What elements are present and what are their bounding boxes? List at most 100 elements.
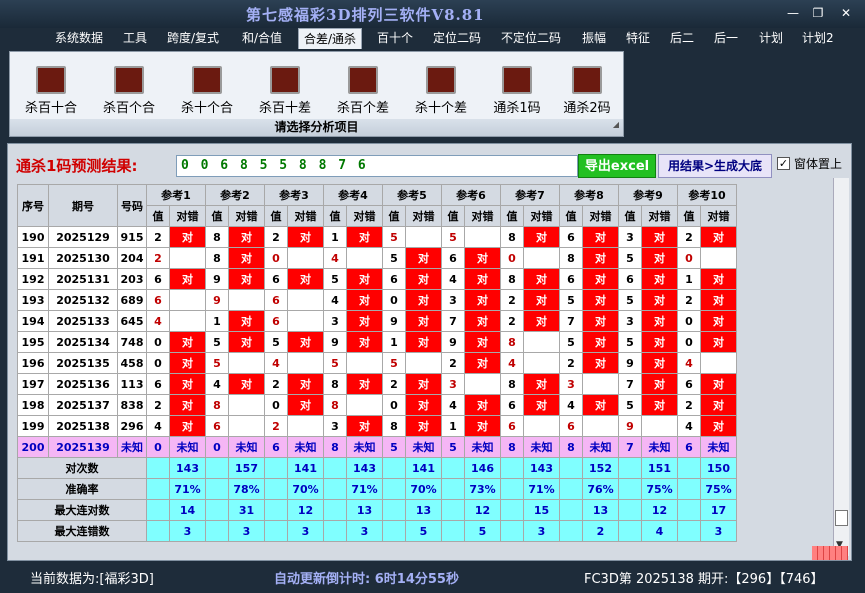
table-row[interactable]: 199 2025138 296 4 对 6 2 3 对 8 对 1 对 6 6 9 4 对 [17,415,737,437]
unknown-cell: 未知 [464,436,501,458]
ref-header[interactable]: 参考7 [500,184,560,206]
restore-icon[interactable]: ❐ [808,4,828,22]
menu-item-feature[interactable]: 特征 [621,28,655,49]
kill-bai-shi-cha-button[interactable]: 杀百十差 [248,66,322,122]
seq-header[interactable]: 序号 [17,184,49,227]
export-excel-button[interactable]: 导出excel [578,154,656,178]
table-row[interactable]: 196 2025135 458 0 对 5 4 5 5 2 对 4 2 对 9 对 4 [17,352,737,374]
period-cell: 2025133 [48,310,118,332]
stats-empty-cell [264,478,288,500]
stats-empty-cell [382,478,406,500]
kill-shi-ge-he-button[interactable]: 杀十个合 [170,66,244,122]
kill-bai-ge-cha-button[interactable]: 杀百个差 [326,66,400,122]
menu-item-last-one[interactable]: 后一 [709,28,743,49]
expand-icon[interactable]: ◢ [613,116,619,133]
result-field[interactable]: 0 0 6 8 5 5 8 8 7 6 [176,155,578,177]
value-cell: 0 [677,247,701,269]
kill-shi-ge-cha-button[interactable]: 杀十个差 [404,66,478,122]
stats-value-cell: 13 [405,499,442,521]
value-cell: 1 [441,415,465,437]
check-cell: 对 [169,415,206,437]
kill-bai-ge-he-button[interactable]: 杀百个合 [92,66,166,122]
check-cell: 对 [169,331,206,353]
table-row[interactable]: 194 2025133 645 4 1 对 6 3 对 9 对 7 对 2 对 7 对 3 对 0 对 [17,310,737,332]
seq-cell: 199 [17,415,49,437]
check-cell: 对 [464,289,501,311]
menu-item-span[interactable]: 跨度/复式 [162,28,224,49]
check-cell [346,352,383,374]
scroll-thumb[interactable] [835,510,848,526]
period-cell: 2025129 [48,226,118,248]
kill-bai-shi-he-button[interactable]: 杀百十合 [14,66,88,122]
stats-empty-cell [382,520,406,542]
resize-grip[interactable] [812,546,848,560]
menu-item-last-two[interactable]: 后二 [665,28,699,49]
value-cell: 7 [618,436,642,458]
table-row[interactable]: 195 2025134 748 0 对 5 对 5 对 9 对 1 对 9 对 8 5 对 5 对 0 对 [17,331,737,353]
ref-header[interactable]: 参考8 [559,184,619,206]
value-cell: 5 [618,289,642,311]
stats-value-cell: 15 [523,499,560,521]
value-cell: 8 [500,268,524,290]
value-cell: 5 [382,247,406,269]
generate-base-button[interactable]: 用结果>生成大底 [658,154,772,178]
table-row[interactable]: 197 2025136 113 6 对 4 对 2 对 8 对 2 对 3 8 对 3 7 对 6 对 [17,373,737,395]
stats-empty-cell [323,457,347,479]
menu-item-plan2[interactable]: 计划2 [797,28,839,49]
stats-empty-cell [264,499,288,521]
menu-item-diff-kill[interactable]: 合差/通杀 [298,28,363,49]
period-cell: 2025137 [48,394,118,416]
table-row[interactable]: 198 2025137 838 2 对 8 0 对 8 0 对 4 对 6 对 4 对 5 对 2 对 [17,394,737,416]
chart-icon [36,66,66,94]
stats-empty-cell [441,457,465,479]
table-row[interactable]: 193 2025132 689 6 9 6 4 对 0 对 3 对 2 对 5 对 5 对 2 对 [17,289,737,311]
menu-item-unfixed-2[interactable]: 不定位二码 [496,28,566,49]
number-header[interactable]: 号码 [117,184,147,227]
value-cell: 8 [500,436,524,458]
period-header[interactable]: 期号 [48,184,118,227]
prediction-row[interactable]: 200 2025139 未知 0 未知 0 未知 6 未知 8 未知 5 未知 5 未知 8 未知 8 未知 7 未知 6… [17,436,737,458]
stats-value-cell: 143 [169,457,206,479]
value-cell: 9 [323,331,347,353]
close-icon[interactable]: ✕ [836,4,856,22]
ref-header[interactable]: 参考10 [677,184,737,206]
table-row[interactable]: 190 2025129 915 2 对 8 对 2 对 1 对 5 5 8 对 6 对 3 对 2 对 [17,226,737,248]
vertical-scrollbar[interactable]: ▼ [833,178,849,556]
value-cell: 0 [677,310,701,332]
menu-item-sum[interactable]: 和/合值 [237,28,287,49]
stats-empty-cell [618,457,642,479]
stats-empty-cell [441,499,465,521]
pin-window-checkbox[interactable]: ✓ [777,157,790,170]
check-cell: 对 [346,289,383,311]
stats-empty-cell [323,478,347,500]
menu-item-bsg[interactable]: 百十个 [372,28,418,49]
ref-header[interactable]: 参考1 [146,184,206,206]
kill-1-code-button[interactable]: 通杀1码 [480,66,554,122]
check-cell [523,247,560,269]
menu-item-fixed-2[interactable]: 定位二码 [428,28,486,49]
ref-header[interactable]: 参考4 [323,184,383,206]
minimize-icon[interactable]: — [783,4,803,22]
value-header: 值 [146,205,170,227]
seq-cell: 190 [17,226,49,248]
table-row[interactable]: 192 2025131 203 6 对 9 对 6 对 5 对 6 对 4 对 8 对 6 对 6 对 1 对 [17,268,737,290]
number-cell: 748 [117,331,147,353]
ref-header[interactable]: 参考6 [441,184,501,206]
ref-header[interactable]: 参考5 [382,184,442,206]
unknown-cell: 未知 [405,436,442,458]
check-cell: 对 [169,268,206,290]
menu-item-system-data[interactable]: 系统数据 [50,28,108,49]
menu-item-tools[interactable]: 工具 [118,28,152,49]
menu-item-plan[interactable]: 计划 [754,28,788,49]
table-row[interactable]: 191 2025130 204 2 8 对 0 4 5 对 6 对 0 8 对 5 对 0 [17,247,737,269]
ref-header[interactable]: 参考3 [264,184,324,206]
menu-item-amplitude[interactable]: 振幅 [577,28,611,49]
value-cell: 9 [205,289,229,311]
check-cell: 对 [405,373,442,395]
value-cell: 5 [441,436,465,458]
check-cell: 对 [464,310,501,332]
ref-header[interactable]: 参考9 [618,184,678,206]
check-cell: 对 [405,415,442,437]
kill-2-code-button[interactable]: 通杀2码 [550,66,624,122]
ref-header[interactable]: 参考2 [205,184,265,206]
